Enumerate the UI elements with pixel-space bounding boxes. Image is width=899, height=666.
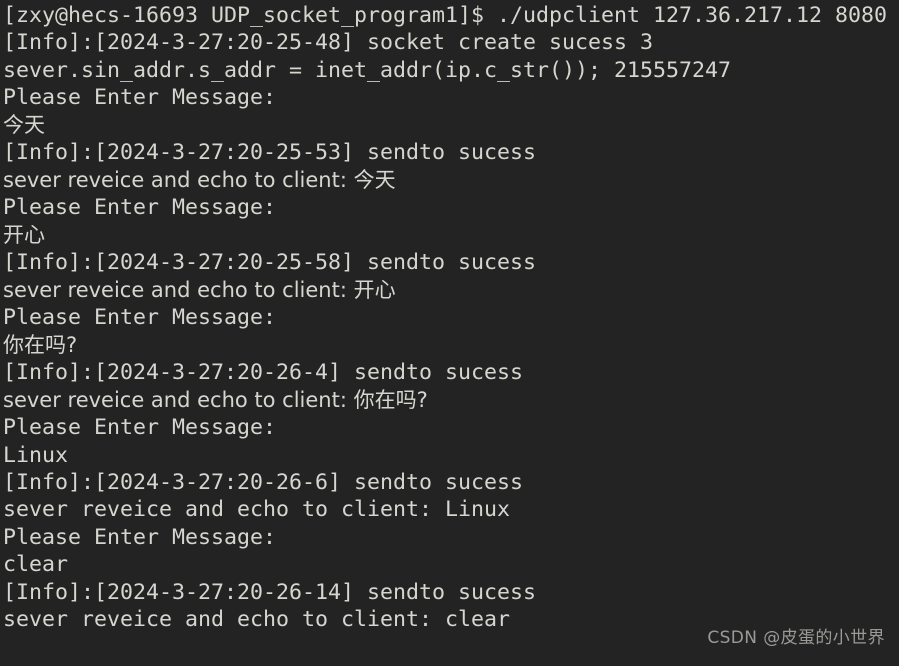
terminal-output: [zxy@hecs-16693 UDP_socket_program1]$ ./… [3,2,899,634]
terminal-line: sever reveice and echo to client: 你在吗? [3,387,428,412]
terminal-line: clear [3,552,69,578]
terminal-line: [Info]:[2024-3-27:20-25-53] sendto suces… [3,140,537,166]
terminal-line: [Info]:[2024-3-27:20-25-58] sendto suces… [3,250,537,276]
terminal-line: Linux [3,442,69,468]
terminal-line: Please Enter Message: [3,415,277,441]
terminal-line: sever reveice and echo to client: Linux [3,497,511,523]
terminal-line: Please Enter Message: [3,85,277,111]
terminal-line: sever reveice and echo to client: 今天 [3,167,396,192]
terminal-line: 开心 [3,222,45,247]
terminal-line: 你在吗? [3,332,78,357]
terminal-line: 今天 [3,112,45,137]
terminal-window[interactable]: [zxy@hecs-16693 UDP_socket_program1]$ ./… [0,0,899,666]
terminal-line: [Info]:[2024-3-27:20-26-6] sendto sucess [3,469,524,495]
terminal-prompt-line: [zxy@hecs-16693 UDP_socket_program1]$ ./… [3,3,888,28]
terminal-line: Please Enter Message: [3,195,277,221]
terminal-line: sever reveice and echo to client: clear [3,607,511,633]
terminal-line: [Info]:[2024-3-27:20-26-4] sendto sucess [3,360,524,386]
terminal-line: sever.sin_addr.s_addr = inet_addr(ip.c_s… [3,57,732,83]
terminal-line: sever reveice and echo to client: 开心 [3,277,396,302]
terminal-line: [Info]:[2024-3-27:20-26-14] sendto suces… [3,579,537,605]
terminal-line: Please Enter Message: [3,305,277,331]
terminal-line: [Info]:[2024-3-27:20-25-48] socket creat… [3,30,654,56]
terminal-line: Please Enter Message: [3,524,277,550]
